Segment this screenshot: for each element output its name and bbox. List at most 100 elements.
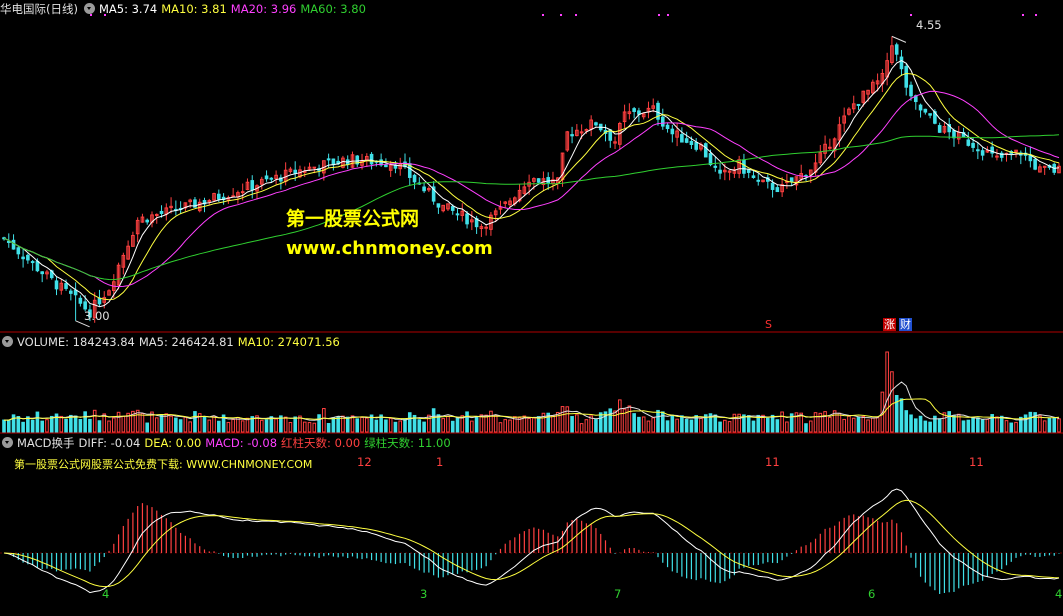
red-day-count: 11 bbox=[969, 455, 984, 469]
volume-bar bbox=[890, 371, 894, 433]
volume-bar bbox=[976, 417, 980, 433]
volume-bar bbox=[727, 421, 732, 433]
volume-bar bbox=[947, 411, 952, 433]
dropdown-icon[interactable] bbox=[2, 437, 13, 448]
volume-bar bbox=[770, 414, 775, 433]
candle-body bbox=[751, 175, 756, 178]
volume-bar bbox=[226, 421, 231, 433]
volume-bar bbox=[274, 418, 278, 433]
signal-s-tag: S bbox=[765, 318, 772, 331]
promo-text: 第一股票公式网股票公式免费下载: WWW.CHNMONEY.COM bbox=[14, 458, 313, 471]
volume-bar bbox=[651, 417, 656, 433]
volume-bar bbox=[503, 419, 508, 433]
candle-body bbox=[594, 122, 598, 126]
candle-body bbox=[465, 213, 469, 225]
signal-zhang-tag: 涨 bbox=[883, 318, 896, 331]
volume-bar bbox=[140, 413, 145, 433]
candle-body bbox=[436, 203, 441, 208]
volume-bar bbox=[660, 411, 665, 433]
vol-ma10-readout: MA10: 274071.56 bbox=[237, 335, 340, 349]
price-panel bbox=[2, 14, 1061, 328]
volume-bar bbox=[675, 418, 679, 433]
candle-body bbox=[718, 169, 722, 174]
candle-body bbox=[966, 139, 971, 146]
volume-bar bbox=[484, 414, 488, 433]
volume-bar bbox=[894, 395, 899, 433]
candle-body bbox=[30, 261, 35, 264]
dea-readout: DEA: 0.00 bbox=[144, 436, 202, 450]
ma20-readout: MA20: 3.96 bbox=[230, 2, 297, 16]
volume-bar bbox=[608, 408, 613, 433]
volume-bar bbox=[111, 417, 116, 433]
volume-bar bbox=[861, 416, 866, 433]
volume-bar bbox=[680, 415, 684, 433]
signal-dot bbox=[575, 14, 577, 16]
volume-bar bbox=[823, 411, 827, 433]
candle-body bbox=[952, 130, 956, 139]
dropdown-icon[interactable] bbox=[2, 336, 13, 347]
red-day-count: 12 bbox=[357, 455, 372, 469]
candle-body bbox=[789, 177, 794, 183]
volume-bar bbox=[293, 416, 297, 433]
candle-body bbox=[742, 159, 746, 174]
candle-body bbox=[293, 169, 297, 174]
volume-bar bbox=[116, 411, 121, 433]
candle-body bbox=[16, 247, 21, 255]
volume-bar bbox=[909, 414, 913, 433]
volume-bar bbox=[713, 414, 718, 433]
red-days-readout: 红柱天数: 0.00 bbox=[281, 436, 361, 450]
volume-readout: VOLUME: 184243.84 bbox=[17, 335, 135, 349]
volume-bar bbox=[207, 419, 212, 433]
candle-body bbox=[11, 239, 16, 250]
volume-bar bbox=[336, 416, 340, 433]
candle-body bbox=[269, 177, 274, 180]
candle-body bbox=[904, 66, 909, 88]
volume-bar bbox=[618, 399, 622, 433]
signal-cai-tag: 财 bbox=[899, 318, 912, 331]
volume-bar bbox=[804, 423, 808, 433]
volume-bar bbox=[455, 417, 460, 433]
green-day-count: 4 bbox=[1055, 587, 1063, 601]
stock-name: 华电国际(日线) bbox=[0, 2, 78, 16]
dropdown-icon[interactable] bbox=[83, 3, 95, 14]
volume-bar bbox=[551, 415, 555, 433]
candle-body bbox=[6, 240, 11, 243]
volume-bar bbox=[904, 410, 909, 433]
candle-body bbox=[1033, 159, 1037, 170]
volume-bar bbox=[1014, 421, 1018, 433]
volume-bar bbox=[264, 419, 269, 433]
volume-bar bbox=[1057, 418, 1061, 433]
volume-bar bbox=[64, 418, 68, 433]
candle-body bbox=[746, 169, 751, 173]
candle-body bbox=[670, 128, 675, 135]
diff-line bbox=[3, 488, 1060, 594]
volume-bar bbox=[59, 415, 64, 433]
candle-body bbox=[980, 150, 985, 156]
volume-bar bbox=[498, 422, 503, 433]
candle-body bbox=[971, 142, 975, 148]
volume-bar bbox=[431, 408, 436, 433]
volume-bar bbox=[11, 414, 16, 433]
volume-bar bbox=[1004, 420, 1009, 433]
macd-name: MACD换手 bbox=[17, 436, 75, 450]
candle-body bbox=[770, 182, 775, 190]
candle-body bbox=[976, 149, 980, 152]
volume-bar bbox=[813, 412, 818, 433]
signal-dot bbox=[1035, 14, 1037, 16]
volume-bar bbox=[178, 419, 183, 433]
volume-bar bbox=[92, 409, 97, 433]
volume-bar bbox=[2, 419, 6, 433]
volume-bar bbox=[159, 414, 164, 433]
volume-bar bbox=[393, 421, 398, 433]
volume-bar bbox=[21, 421, 25, 433]
candle-body bbox=[923, 108, 928, 113]
ma60-readout: MA60: 3.80 bbox=[300, 2, 366, 16]
volume-bar bbox=[584, 419, 589, 433]
volume-bar bbox=[107, 420, 111, 433]
green-day-count: 3 bbox=[420, 587, 428, 601]
signal-dot bbox=[910, 14, 912, 16]
volume-bar bbox=[326, 423, 331, 433]
volume-bar bbox=[317, 414, 321, 433]
volume-bar bbox=[302, 421, 307, 433]
volume-bar bbox=[999, 415, 1004, 433]
